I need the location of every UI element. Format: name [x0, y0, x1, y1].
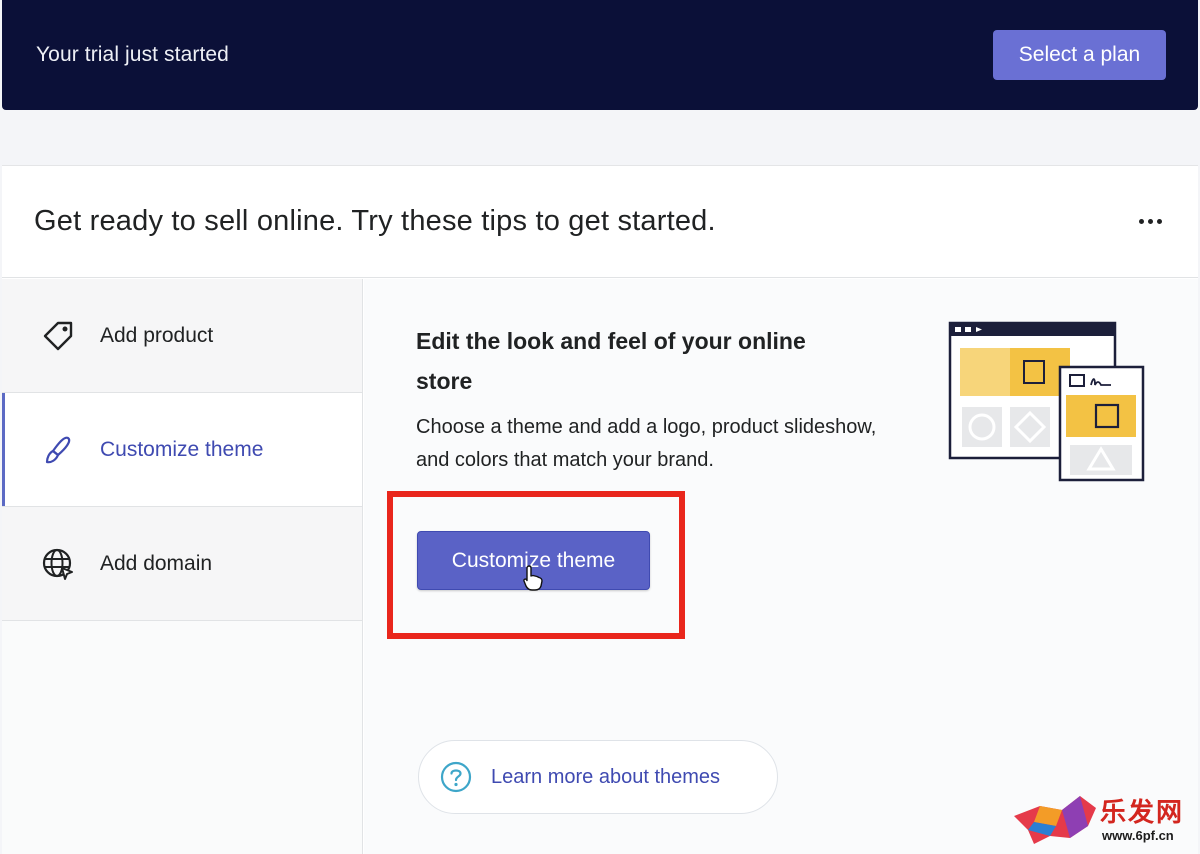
tip-content-panel: Edit the look and feel of your online st…	[364, 279, 1198, 854]
tips-tab-list: Add product Customize theme Add domain	[2, 279, 363, 854]
tab-label: Customize theme	[100, 437, 264, 461]
globe-icon	[40, 546, 76, 582]
tab-label: Add domain	[100, 551, 213, 575]
tab-add-domain[interactable]: Add domain	[2, 507, 362, 621]
card-title: Get ready to sell online. Try these tips…	[34, 205, 716, 237]
question-circle-icon	[440, 761, 472, 793]
tab-label: Add product	[100, 323, 214, 347]
select-plan-button[interactable]: Select a plan	[993, 30, 1166, 80]
learn-more-themes-link[interactable]: Learn more about themes	[418, 740, 778, 814]
theme-editor-illustration	[948, 321, 1145, 482]
hand-cursor-icon	[523, 565, 543, 591]
card-header: Get ready to sell online. Try these tips…	[2, 166, 1198, 278]
tab-add-product[interactable]: Add product	[2, 279, 362, 393]
trial-banner: Your trial just started Select a plan	[2, 0, 1198, 110]
tag-icon	[40, 318, 76, 354]
watermark-url: www.6pf.cn	[1102, 828, 1174, 843]
card-body: Add product Customize theme Add domain E…	[2, 279, 1198, 854]
tip-title: Edit the look and feel of your online st…	[416, 328, 806, 394]
trial-status-text: Your trial just started	[36, 43, 229, 66]
setup-tips-card: Get ready to sell online. Try these tips…	[2, 165, 1198, 854]
tip-description: Choose a theme and add a logo, product s…	[416, 416, 877, 471]
brush-icon	[40, 432, 76, 468]
more-options-icon[interactable]	[1139, 219, 1162, 224]
learn-more-label: Learn more about themes	[491, 765, 721, 788]
watermark-text: 乐发网	[1100, 797, 1185, 827]
tab-customize-theme[interactable]: Customize theme	[2, 393, 362, 507]
